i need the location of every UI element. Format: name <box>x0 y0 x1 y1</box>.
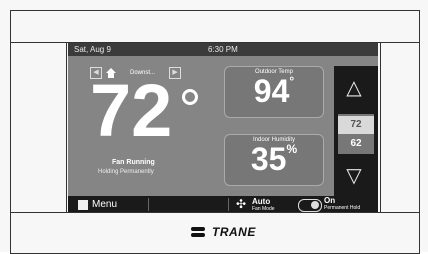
device-bezel-top <box>10 10 420 43</box>
fan-status: Fan Running <box>112 159 155 166</box>
outdoor-temp-card: Outdoor Temp 94° <box>224 66 324 118</box>
menu-icon <box>78 199 88 210</box>
divider <box>148 198 149 211</box>
temp-values: 72 62 <box>338 114 374 154</box>
arrow-down-icon: ▽ <box>346 164 362 187</box>
hold-label: On <box>324 196 336 205</box>
thermostat-device: Sat, Aug 9 6:30 PM ◀ Downst... ▶ 72 Fan … <box>0 0 428 254</box>
decrease-temp-button[interactable]: ▽ <box>340 160 368 190</box>
brand-name: TRANE <box>212 225 256 239</box>
device-side-left <box>10 42 67 212</box>
outdoor-temp-value: 94° <box>253 73 295 109</box>
hold-sublabel: Permanent Hold <box>324 205 361 211</box>
divider <box>228 198 229 211</box>
bottom-bar: Menu ✣ Auto Fan Mode On Permanent Hold <box>68 196 378 213</box>
indoor-humidity-card: Indoor Humidity 35% <box>224 134 324 186</box>
hold-toggle[interactable] <box>298 199 322 212</box>
main-panel: ◀ Downst... ▶ 72 Fan Running Holding Per… <box>68 56 378 196</box>
status-date: Sat, Aug 9 <box>74 45 111 54</box>
hold-status: Holding Permanently <box>98 169 154 175</box>
percent-symbol: % <box>286 142 298 156</box>
status-bar: Sat, Aug 9 6:30 PM <box>68 43 378 56</box>
temperature-adjust-panel: △ 72 62 ▽ <box>334 66 378 196</box>
fan-icon: ✣ <box>236 197 247 211</box>
fan-mode-label: Auto <box>252 197 271 206</box>
degree-icon <box>182 89 198 105</box>
menu-label: Menu <box>92 199 118 210</box>
increase-temp-button[interactable]: △ <box>340 72 368 102</box>
hold-text: On Permanent Hold <box>324 196 361 212</box>
fan-text: Auto Fan Mode <box>252 197 275 213</box>
heat-setpoint: 62 <box>338 136 374 152</box>
menu-button[interactable]: Menu <box>78 199 117 210</box>
thermostat-screen: Sat, Aug 9 6:30 PM ◀ Downst... ▶ 72 Fan … <box>68 43 378 213</box>
indoor-humidity-value: 35% <box>250 141 298 177</box>
cool-setpoint: 72 <box>338 116 374 134</box>
setpoint-temperature: 72 <box>90 69 173 152</box>
outdoor-degree-mark: ° <box>289 74 295 88</box>
fan-mode-button[interactable]: ✣ Auto Fan Mode <box>236 197 275 213</box>
status-time: 6:30 PM <box>208 45 238 54</box>
brand-mark-icon <box>190 224 206 240</box>
arrow-up-icon: △ <box>346 76 362 99</box>
device-side-right <box>380 42 419 212</box>
brand-logo: TRANE <box>190 224 256 240</box>
